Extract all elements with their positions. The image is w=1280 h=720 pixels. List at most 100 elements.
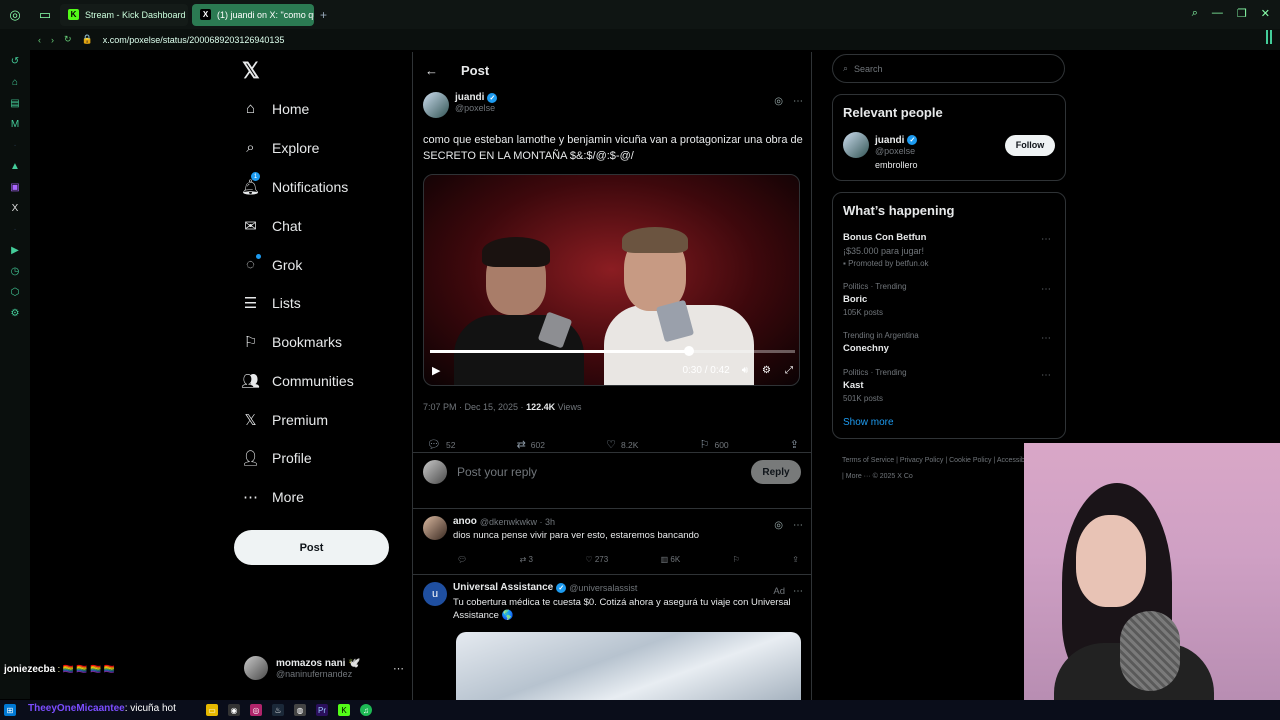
reply-input[interactable]: Post your reply (457, 465, 537, 479)
kick-taskbar-icon[interactable]: K (338, 704, 350, 716)
repost-action[interactable]: ⇄ 3 (520, 555, 533, 564)
grok-explain-icon[interactable]: ◎ (774, 96, 783, 107)
nav-grok[interactable]: ◌ Grok (242, 254, 302, 273)
nav-communities[interactable]: 👥︎ Communities (241, 372, 354, 390)
follow-button[interactable]: Follow (1005, 134, 1055, 156)
volume-icon[interactable]: 🔊︎ (742, 365, 748, 376)
avatar[interactable] (423, 92, 449, 118)
file-explorer-icon[interactable]: ▭ (206, 704, 218, 716)
avatar[interactable] (423, 516, 447, 540)
author-handle[interactable]: @universalassist (569, 583, 637, 593)
settings-icon[interactable]: ⚙ (762, 365, 771, 376)
trend-item[interactable]: Politics · Trending Boric 105K posts ⋯ (843, 282, 1055, 317)
ad-image[interactable] (456, 632, 801, 702)
history-icon[interactable]: ↺ (9, 55, 21, 67)
kick-sidebar-icon[interactable]: ▲ (9, 160, 21, 172)
maximize-icon[interactable]: ❐ (1237, 7, 1247, 20)
new-tab-icon[interactable]: + (320, 8, 327, 22)
play-icon[interactable]: ▶ (432, 364, 440, 377)
nav-premium[interactable]: 𝕏 Premium (242, 411, 328, 429)
more-options-icon[interactable]: ⋯ (793, 520, 803, 531)
back-icon[interactable]: ‹ (38, 35, 41, 45)
tweet-video[interactable]: ▶ 0:30 / 0:42 🔊︎ ⚙ ⤢ (423, 174, 800, 386)
video-progress-bar[interactable] (430, 346, 795, 356)
advertiser-logo-icon[interactable]: u (423, 582, 447, 606)
trend-item[interactable]: Politics · Trending Kast 501K posts ⋯ (843, 368, 1055, 403)
more-options-icon[interactable]: ⋯ (1041, 234, 1051, 245)
nav-more[interactable]: ⋯ More (242, 488, 304, 506)
nav-profile[interactable]: 👤︎ Profile (241, 449, 312, 467)
person-handle[interactable]: @poxelse (875, 146, 917, 156)
reply-tweet[interactable]: anoo @dkenwkwkw · 3h dios nunca pense vi… (423, 516, 803, 564)
more-options-icon[interactable]: ⋯ (1041, 284, 1051, 295)
tab-kick-dashboard[interactable]: K Stream - Kick Dashboard (60, 3, 188, 26)
show-more-link[interactable]: Show more (843, 417, 1055, 428)
close-icon[interactable]: ✕ (1261, 7, 1270, 20)
nav-chat[interactable]: ✉ Chat (242, 217, 301, 235)
opera-logo-icon[interactable]: ◎ (0, 0, 30, 29)
author-handle[interactable]: @dkenwkwkw · 3h (480, 517, 555, 527)
x-logo-icon[interactable]: 𝕏 (242, 58, 260, 84)
back-arrow-icon[interactable]: ← (425, 63, 445, 78)
spotify-icon[interactable]: ♫ (360, 704, 372, 716)
minimize-icon[interactable]: — (1212, 7, 1223, 20)
nav-bookmarks[interactable]: ⚐ Bookmarks (242, 333, 342, 351)
reply-action[interactable]: 💬︎ 52 (427, 438, 455, 451)
extensions-icon[interactable]: ⬡ (9, 286, 21, 298)
reply-button[interactable]: Reply (751, 460, 801, 484)
person-name[interactable]: juandi (875, 135, 904, 146)
reply-icon[interactable]: 💬︎ (457, 555, 467, 564)
avatar[interactable] (843, 132, 869, 158)
ad-tweet[interactable]: u Universal Assistance ✓ @universalassist… (423, 582, 803, 702)
player-icon[interactable]: ▶ (9, 244, 21, 256)
author-handle[interactable]: @poxelse (455, 103, 497, 113)
fullscreen-icon[interactable]: ⤢ (785, 365, 793, 376)
grok-explain-icon[interactable]: ◎ (774, 520, 783, 531)
opera-gx-icon[interactable]: ◎ (250, 704, 262, 716)
sidebar-toggle-icon[interactable] (1266, 30, 1274, 46)
forward-icon[interactable]: › (51, 35, 54, 45)
author-name[interactable]: anoo (453, 516, 477, 527)
ai-icon[interactable]: ⌂ (9, 76, 21, 88)
like-action[interactable]: ♡ 8.2K (606, 438, 638, 451)
search-input[interactable]: ⌕ Search (832, 54, 1065, 83)
obs-icon[interactable]: ◉ (228, 704, 240, 716)
url-text[interactable]: x.com/poxelse/status/2000689203126940135 (103, 35, 285, 45)
repost-action[interactable]: ⇄ 602 (517, 438, 545, 451)
share-icon[interactable]: ⇪ (792, 555, 799, 564)
bookmark-icon[interactable]: ⚐ (733, 555, 740, 564)
author-name[interactable]: juandi (455, 92, 484, 103)
more-options-icon[interactable]: ⋯ (1041, 333, 1051, 344)
pinboard-icon[interactable]: ▤ (9, 97, 21, 109)
clock-icon[interactable]: ◷ (9, 265, 21, 277)
trend-item[interactable]: Trending in Argentina Conechny ⋯ (843, 331, 1055, 354)
tweet-date[interactable]: 7:07 PM · Dec 15, 2025 · (423, 402, 526, 412)
nav-lists[interactable]: ☰ Lists (242, 294, 301, 312)
like-action[interactable]: ♡ 273 (585, 555, 608, 564)
author-name[interactable]: Universal Assistance (453, 582, 553, 593)
twitch-icon[interactable]: ▣ (9, 181, 21, 193)
nav-explore[interactable]: ⌕ Explore (242, 139, 319, 156)
more-options-icon[interactable]: ⋯ (793, 586, 803, 597)
search-tabs-icon[interactable]: ⌕ (1192, 7, 1198, 20)
share-action[interactable]: ⇪ (790, 438, 799, 451)
browser-icon[interactable]: ◍ (294, 704, 306, 716)
premiere-icon[interactable]: Pr (316, 704, 328, 716)
bookmark-action[interactable]: ⚐ 600 (700, 438, 729, 451)
nav-notifications[interactable]: 🔔︎ 1 Notifications (241, 172, 348, 196)
nav-home[interactable]: ⌂ Home (242, 100, 309, 117)
steam-icon[interactable]: ♨ (272, 704, 284, 716)
account-switcher[interactable]: momazos nani 🕊️ @naninufernandez ⋯ (244, 656, 404, 680)
reload-icon[interactable]: ↻ (64, 34, 72, 45)
windows-start-icon[interactable]: ⊞ (4, 704, 16, 716)
messenger-icon[interactable]: M (9, 118, 21, 130)
trend-item[interactable]: Bonus Con Betfun ¡$35.000 para jugar! ▪ … (843, 232, 1055, 268)
workspaces-icon[interactable]: ▭ (30, 0, 60, 29)
more-options-icon[interactable]: ⋯ (1041, 370, 1051, 381)
tab-x-post[interactable]: X (1) juandi on X: "como qu (192, 3, 314, 26)
x-sidebar-icon[interactable]: X (9, 202, 21, 214)
views-action[interactable]: ▥ 6K (661, 555, 681, 564)
more-options-icon[interactable]: ⋯ (793, 96, 803, 107)
settings-icon[interactable]: ⚙ (9, 307, 21, 319)
post-button[interactable]: Post (234, 530, 389, 565)
